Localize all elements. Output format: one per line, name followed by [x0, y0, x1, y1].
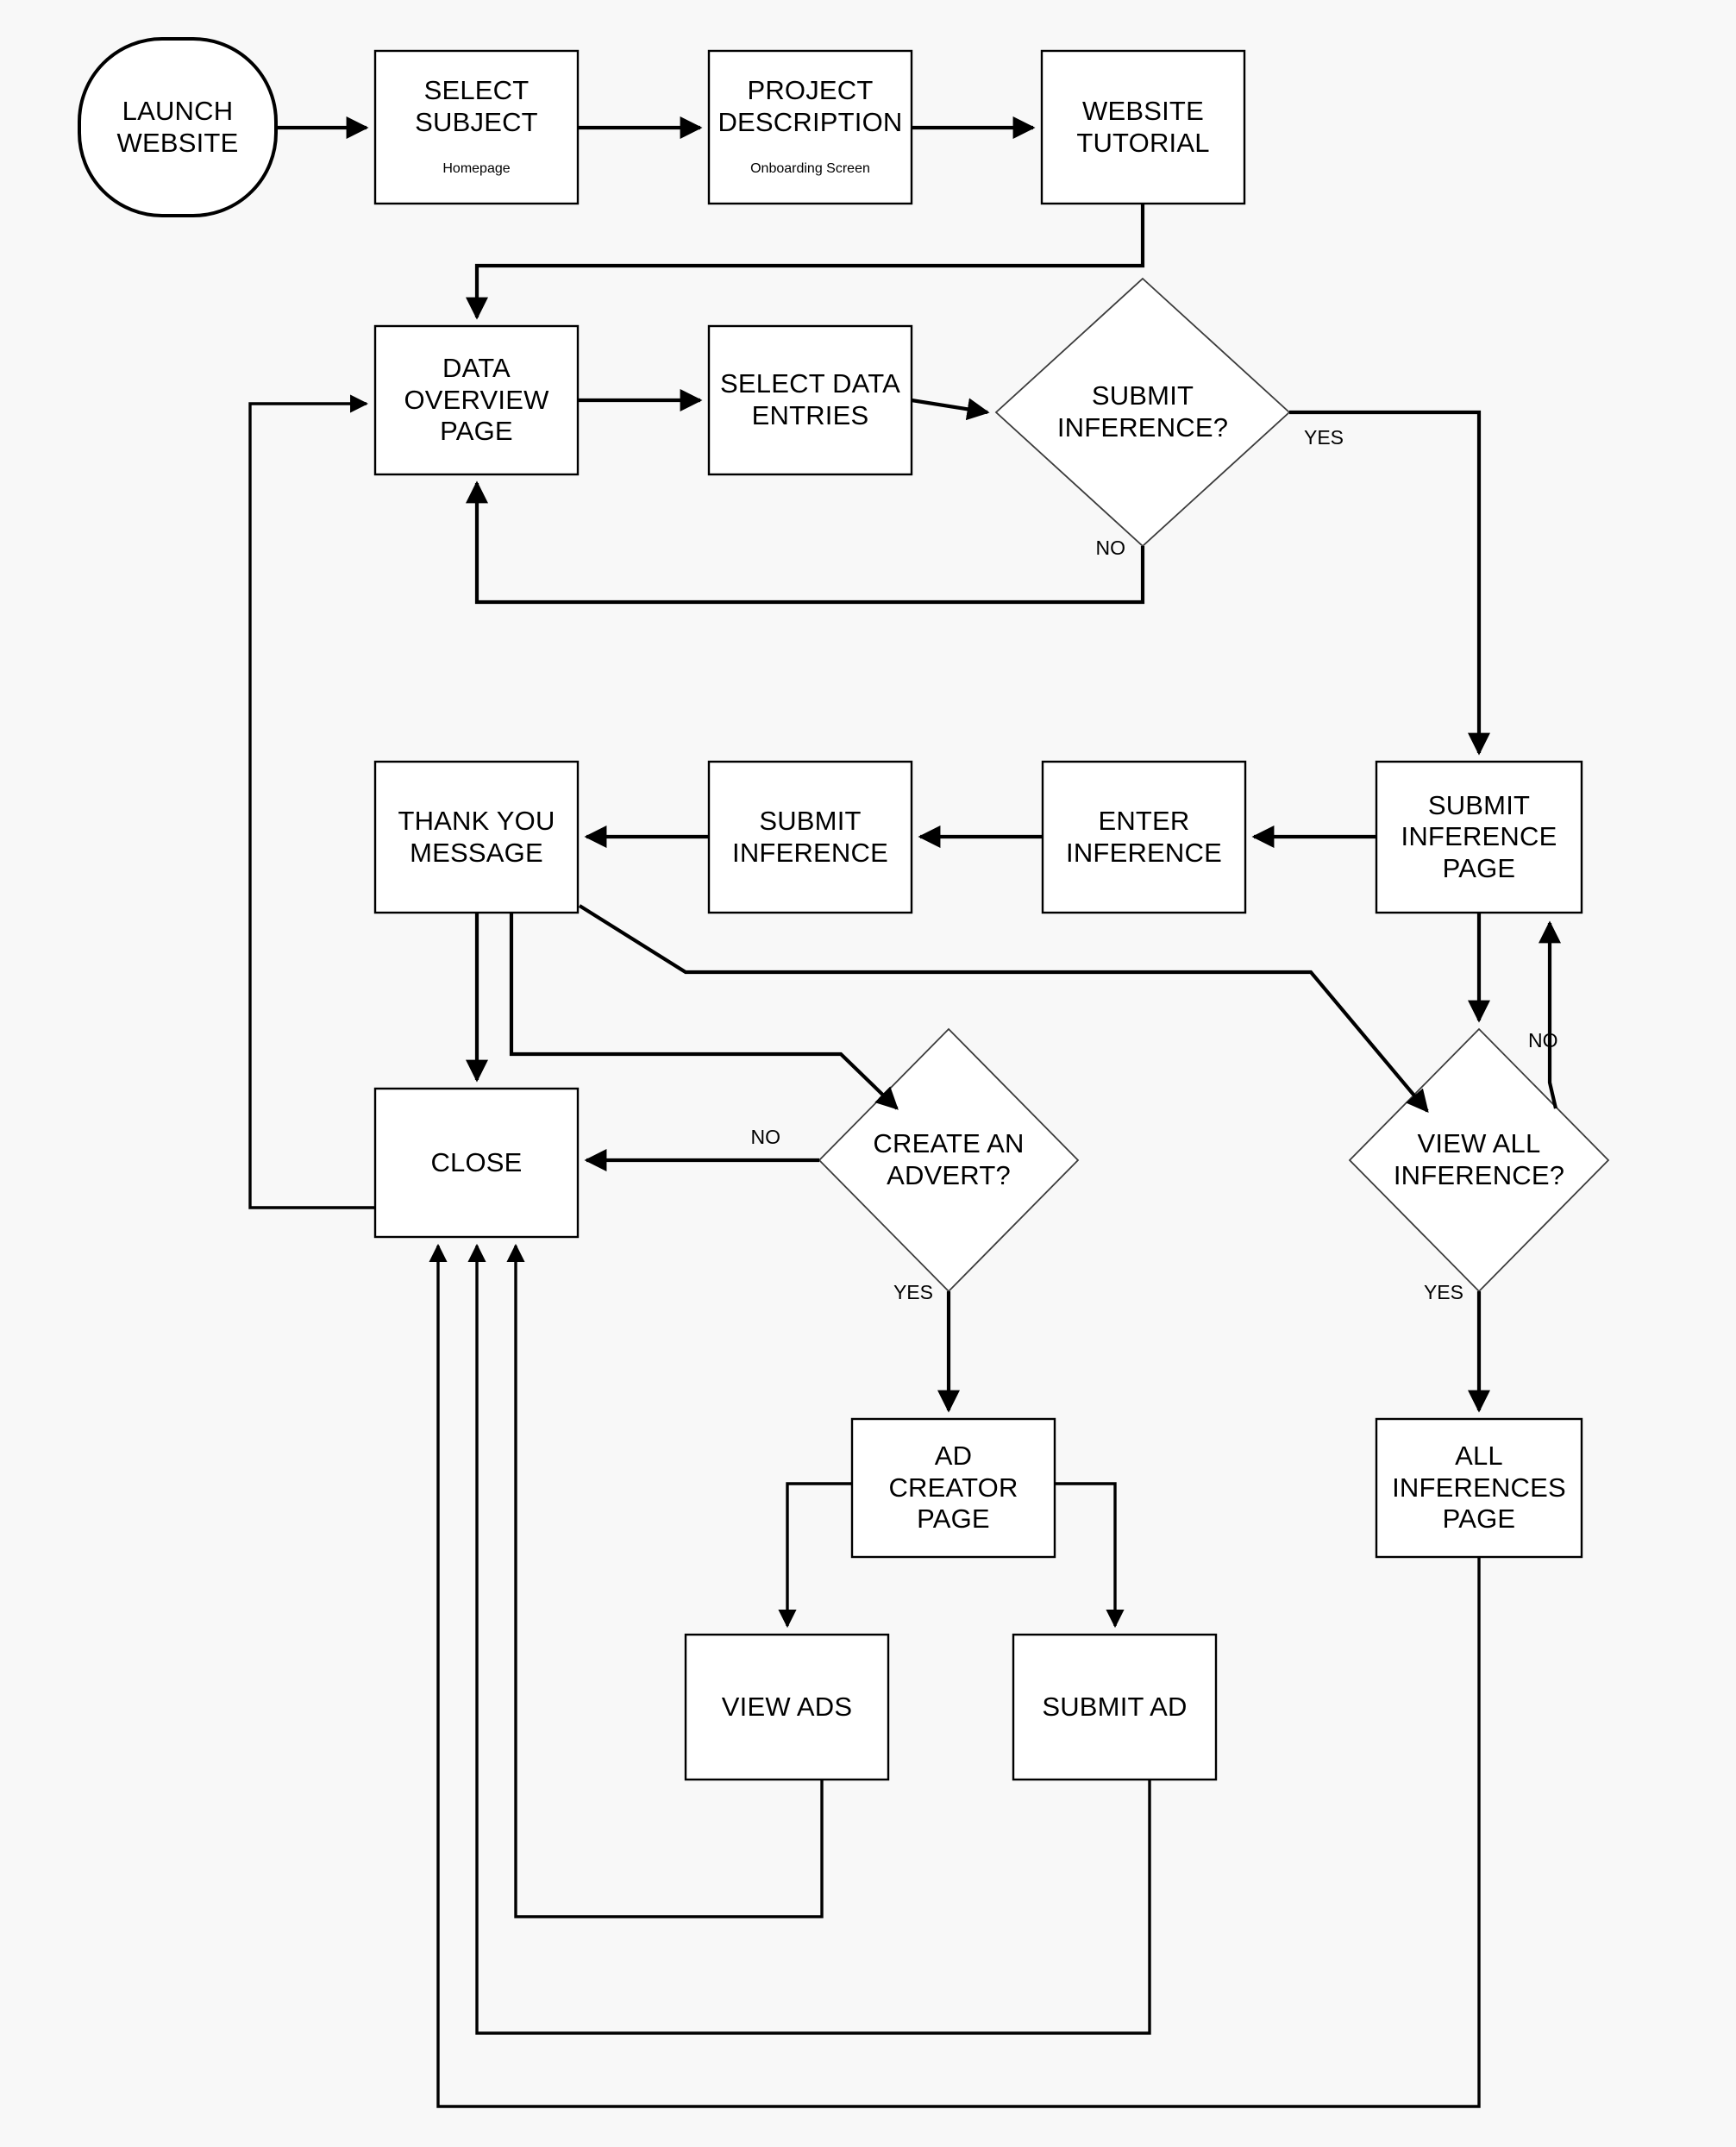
flowchart-svg [78, 37, 1610, 2108]
node-website-tutorial-shape[interactable] [1040, 49, 1246, 205]
flowchart-canvas: LAUNCH WEBSITE SELECT SUBJECT Homepage P… [0, 0, 1736, 2147]
edge-view-all-no-to-submit-inference-page [1538, 920, 1562, 1109]
edge-submit-inference-q-no-to-data-overview [465, 480, 1145, 605]
node-view-ads-shape[interactable] [684, 1633, 890, 1781]
node-close-shape[interactable] [373, 1087, 580, 1239]
edge-thank-you-to-view-all-q [578, 904, 1429, 1113]
edge-ad-creator-to-view-ads [778, 1482, 852, 1629]
edge-all-inferences-to-close [429, 1243, 1481, 2108]
edge-close-to-data-overview [248, 394, 375, 1209]
edge-website-tutorial-to-data-overview [465, 204, 1145, 320]
node-view-all-inference-q-shape[interactable] [1348, 1027, 1610, 1293]
node-submit-ad-shape[interactable] [1012, 1633, 1218, 1781]
node-data-overview-page-shape[interactable] [373, 324, 580, 476]
edge-submit-inference-q-yes-to-page [1289, 410, 1491, 756]
node-enter-inference-shape[interactable] [1041, 760, 1247, 914]
node-submit-inference-page-shape[interactable] [1375, 760, 1583, 914]
edge-select-data-entries-to-submit-inference-q [911, 398, 990, 421]
node-submit-inference-shape[interactable] [707, 760, 913, 914]
edge-thank-you-to-create-advert-q [509, 913, 899, 1110]
edge-ad-creator-to-submit-ad [1055, 1482, 1125, 1629]
node-all-inferences-page-shape[interactable] [1375, 1417, 1583, 1559]
node-project-description-shape[interactable] [707, 49, 913, 205]
node-select-subject-shape[interactable] [373, 49, 580, 205]
node-ad-creator-page-shape[interactable] [850, 1417, 1056, 1559]
node-launch-website-shape[interactable] [78, 37, 278, 217]
edge-view-ads-to-close [506, 1243, 824, 1918]
node-submit-inference-q-shape[interactable] [994, 277, 1291, 548]
node-thank-you-message-shape[interactable] [373, 760, 580, 914]
node-select-data-entries-shape[interactable] [707, 324, 913, 476]
